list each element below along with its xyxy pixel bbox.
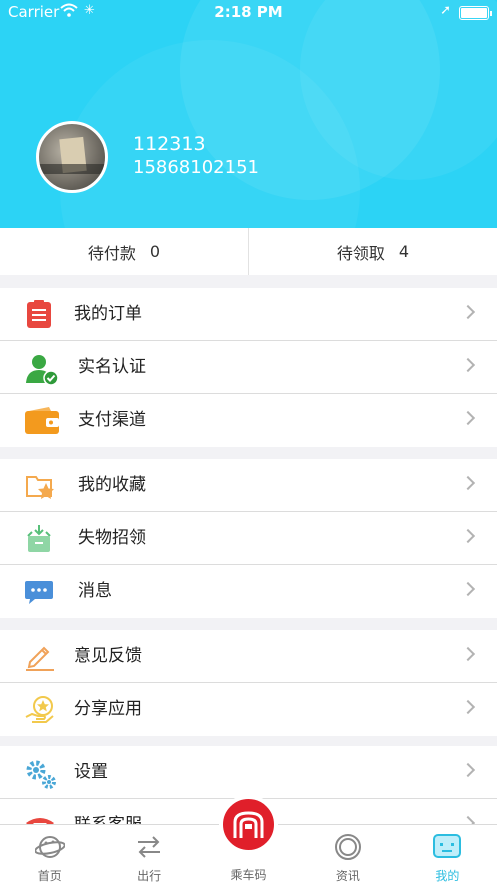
tab-news[interactable]: 资讯	[298, 825, 397, 883]
status-bar: Carrier ✳ 2:18 PM ➚	[0, 0, 497, 26]
news-circle-icon	[333, 833, 363, 861]
menu-item-real-name[interactable]: 实名认证	[0, 341, 497, 394]
chevron-right-icon	[460, 475, 476, 491]
menu-item-messages[interactable]: 消息	[0, 565, 497, 618]
menu-group-orders: 我的订单 实名认证 支付渠道	[0, 288, 497, 447]
chevron-right-icon	[460, 581, 476, 597]
menu-item-settings[interactable]: 设置	[0, 746, 497, 799]
tab-label: 出行	[137, 869, 162, 883]
chevron-right-icon	[460, 762, 476, 778]
tab-label: 首页	[37, 869, 62, 883]
menu-group-feedback: 意见反馈 分享应用	[0, 630, 497, 736]
pending-pickup-count: 4	[398, 242, 410, 261]
tab-label: 我的	[435, 869, 460, 883]
ride-code-button[interactable]	[219, 795, 278, 854]
feedback-pencil-icon	[24, 642, 54, 672]
favorite-folder-icon	[24, 471, 54, 501]
pending-pickup[interactable]: 待领取 4	[249, 228, 497, 275]
menu-item-favorites[interactable]: 我的收藏	[0, 459, 497, 512]
chevron-right-icon	[460, 699, 476, 715]
menu-item-feedback[interactable]: 意见反馈	[0, 630, 497, 683]
chevron-right-icon	[460, 646, 476, 662]
battery-icon	[459, 6, 492, 20]
message-icon	[24, 577, 54, 607]
avatar[interactable]	[36, 121, 108, 193]
chevron-right-icon	[460, 528, 476, 544]
chevron-right-icon	[460, 410, 476, 426]
username[interactable]: 112313	[133, 133, 206, 155]
pending-payment[interactable]: 待付款 0	[0, 228, 249, 275]
pending-pickup-label: 待领取	[336, 243, 385, 263]
share-app-icon	[24, 695, 54, 725]
menu-item-label: 设置	[74, 762, 108, 782]
order-list-icon	[24, 300, 54, 330]
order-counts: 待付款 0 待领取 4	[0, 228, 497, 275]
user-phone: 15868102151	[133, 157, 259, 178]
ride-code-label: 乘车码	[230, 868, 267, 882]
menu-item-label: 我的收藏	[78, 475, 146, 495]
menu-item-label: 意见反馈	[74, 646, 142, 666]
status-time: 2:18 PM	[214, 3, 283, 21]
planet-icon	[33, 833, 66, 861]
mine-face-icon	[432, 833, 462, 861]
menu-item-label: 分享应用	[74, 699, 142, 719]
tab-mine[interactable]: 我的	[398, 825, 497, 883]
menu-item-label: 失物招领	[78, 528, 146, 548]
settings-gears-icon	[24, 758, 56, 789]
lost-found-icon	[24, 524, 54, 554]
tab-label: 资讯	[335, 869, 360, 883]
profile-header	[0, 0, 497, 228]
wallet-icon	[24, 406, 59, 436]
transfer-arrows-icon	[134, 833, 164, 861]
menu-item-payment[interactable]: 支付渠道	[0, 394, 497, 447]
pending-payment-label: 待付款	[87, 243, 136, 263]
menu-item-label: 支付渠道	[78, 410, 146, 430]
tab-home[interactable]: 首页	[0, 825, 99, 883]
pending-payment-count: 0	[149, 242, 161, 261]
chevron-right-icon	[460, 357, 476, 373]
menu-item-label: 实名认证	[78, 357, 146, 377]
menu-item-lost-found[interactable]: 失物招领	[0, 512, 497, 565]
user-verified-icon	[24, 353, 59, 386]
menu-group-services: 我的收藏 失物招领 消息	[0, 459, 497, 618]
location-arrow-icon: ➚	[440, 3, 451, 18]
menu-item-label: 消息	[78, 581, 112, 601]
chevron-right-icon	[460, 304, 476, 320]
menu-item-my-orders[interactable]: 我的订单	[0, 288, 497, 341]
menu-item-label: 我的订单	[74, 304, 142, 324]
tab-travel[interactable]: 出行	[99, 825, 198, 883]
menu-item-share[interactable]: 分享应用	[0, 683, 497, 736]
